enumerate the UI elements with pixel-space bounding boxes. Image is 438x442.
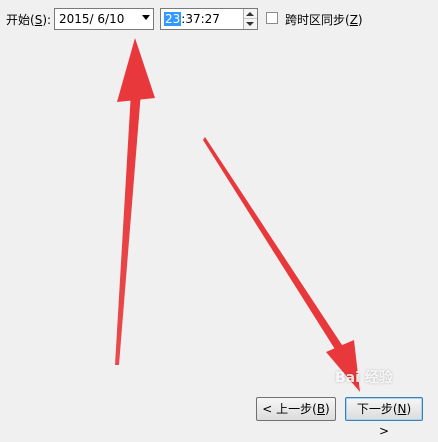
arrow-up-shaft	[115, 92, 141, 365]
watermark: Bai 经验	[335, 370, 393, 386]
next-button[interactable]: 下一步(N) >	[345, 397, 423, 438]
arrow-down-shaft	[203, 137, 344, 354]
arrow-up-head	[117, 38, 155, 102]
back-button[interactable]: < 上一步(B)	[256, 397, 336, 421]
annotation-arrows	[115, 38, 360, 392]
